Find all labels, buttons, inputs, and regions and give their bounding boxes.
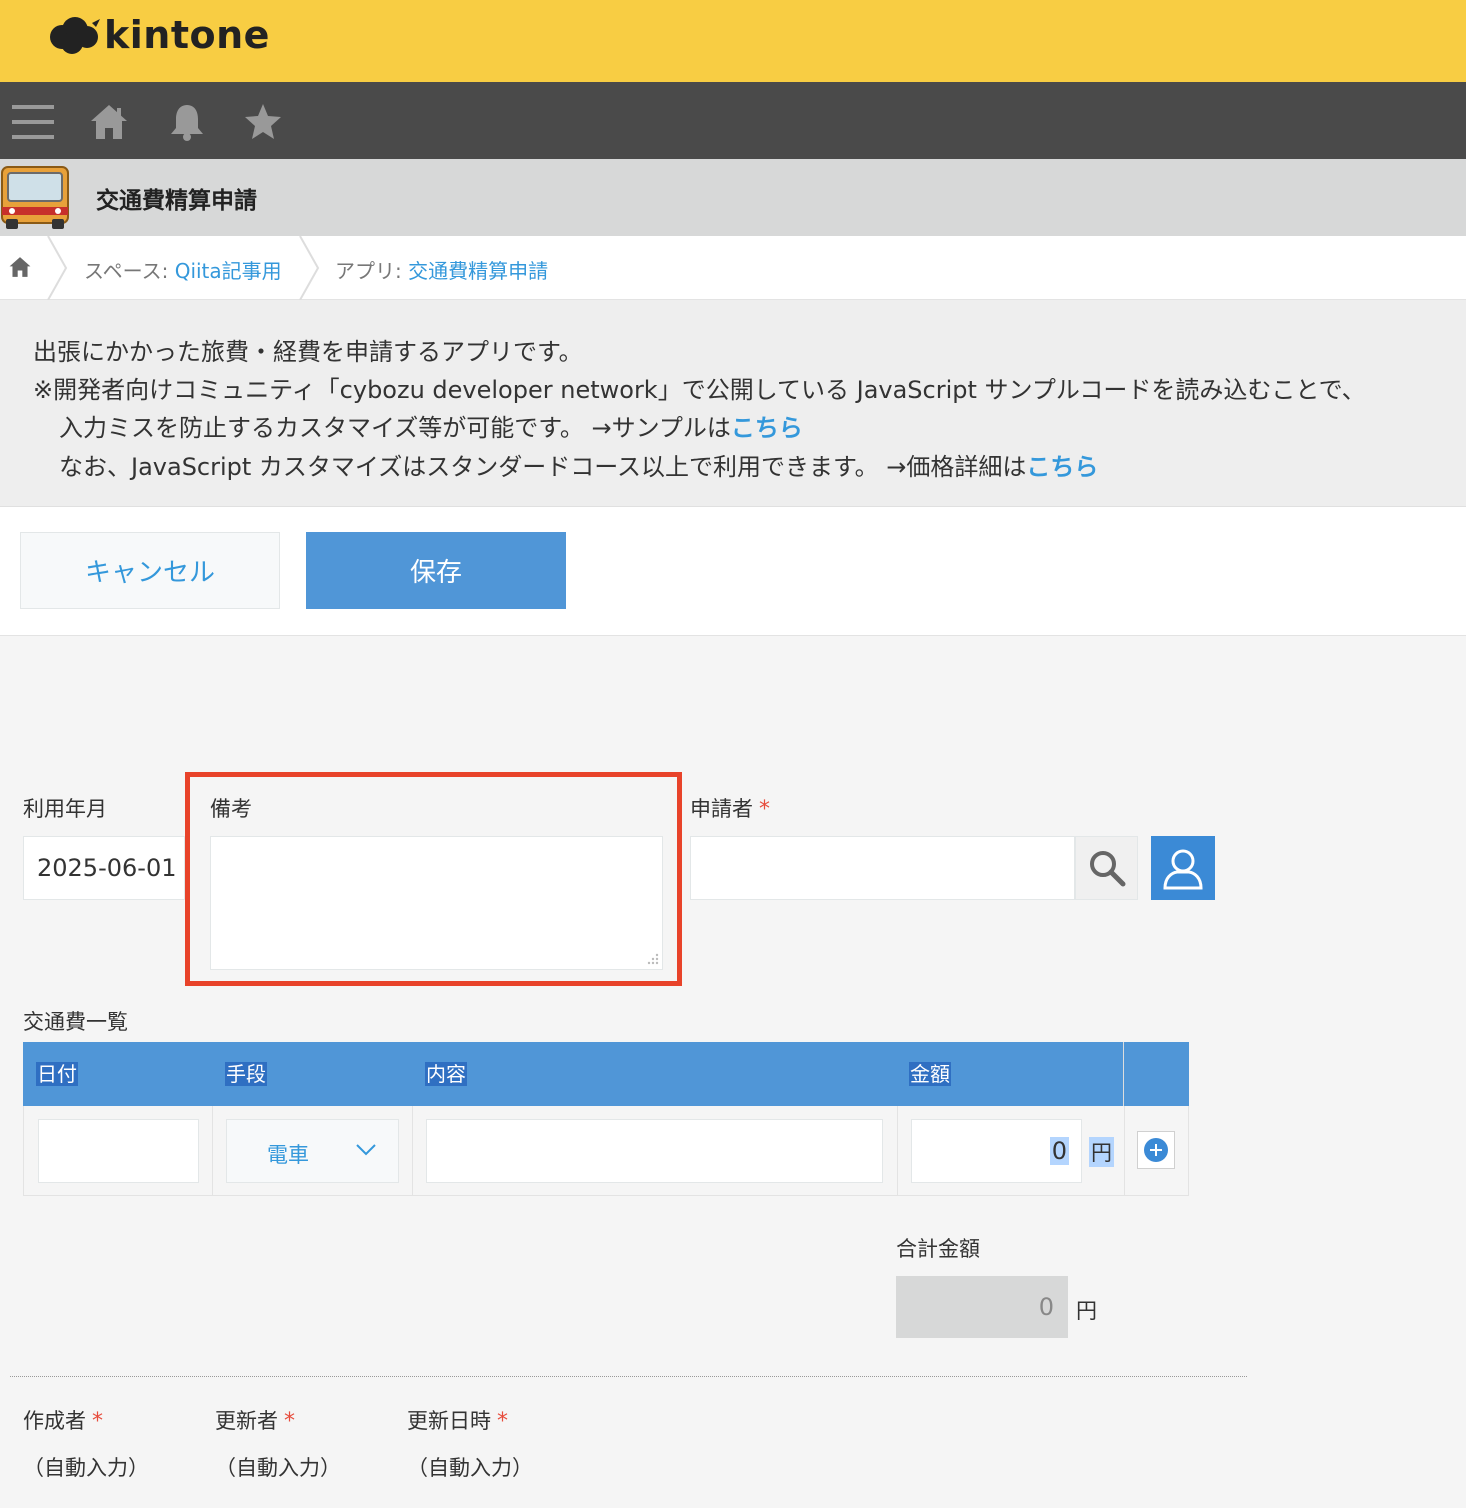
- logo-text: kintone: [104, 13, 270, 57]
- column-header-date: 日付: [36, 1062, 78, 1086]
- updated-at-label: 更新日時 *: [407, 1409, 508, 1434]
- breadcrumb: スペース: Qiita記事用 アプリ: 交通費精算申請: [0, 236, 1466, 300]
- breadcrumb-home[interactable]: [8, 256, 32, 282]
- app-title: 交通費精算申請: [96, 188, 257, 214]
- column-header-amount: 金額: [909, 1062, 951, 1086]
- app-header: 交通費精算申請: [0, 159, 1466, 236]
- table-header: 日付 手段 内容 金額: [23, 1042, 1189, 1106]
- applicant-search-button[interactable]: [1075, 836, 1138, 900]
- description-line: ※開発者向けコミュニティ「cybozu developer network」で公…: [33, 376, 1366, 404]
- description-line: なお、JavaScript カスタマイズはスタンダードコース以上で利用できます。…: [59, 453, 1099, 481]
- notes-textarea[interactable]: [210, 836, 663, 970]
- section-divider: [10, 1376, 1247, 1377]
- favorites-button[interactable]: [241, 102, 285, 142]
- search-icon: [1089, 851, 1125, 887]
- updater-value: （自動入力）: [215, 1456, 341, 1480]
- required-mark: *: [759, 797, 770, 822]
- amount-value: 0: [1049, 1137, 1069, 1165]
- breadcrumb-separator: [299, 236, 320, 300]
- applicant-user-select-button[interactable]: [1151, 836, 1215, 900]
- column-header-method: 手段: [225, 1062, 267, 1086]
- bus-icon: [1, 166, 69, 229]
- kintone-logo[interactable]: kintone: [48, 10, 270, 60]
- notifications-button[interactable]: [165, 102, 209, 142]
- action-bar: キャンセル 保存: [0, 507, 1466, 636]
- save-button[interactable]: 保存: [306, 532, 566, 609]
- total-amount-field: 0: [896, 1276, 1068, 1338]
- description-line: 出張にかかった旅費・経費を申請するアプリです。: [33, 338, 583, 366]
- breadcrumb-separator: [47, 236, 68, 300]
- creator-label: 作成者 *: [23, 1409, 103, 1434]
- cell-divider: [897, 1106, 898, 1195]
- column-header-content: 内容: [425, 1062, 467, 1086]
- table-label: 交通費一覧: [23, 1010, 128, 1034]
- pricing-link[interactable]: こちら: [1026, 453, 1098, 481]
- total-unit: 円: [1076, 1299, 1097, 1323]
- home-icon: [91, 105, 127, 139]
- app-description: 出張にかかった旅費・経費を申請するアプリです。 ※開発者向けコミュニティ「cyb…: [0, 300, 1466, 507]
- app-link[interactable]: 交通費精算申請: [408, 259, 548, 283]
- add-row-button[interactable]: [1137, 1131, 1175, 1169]
- space-link[interactable]: Qiita記事用: [175, 259, 282, 283]
- top-bar: kintone: [0, 0, 1466, 82]
- menu-icon: [12, 105, 54, 139]
- cloud-logo-icon: [50, 17, 100, 54]
- description-line: 入力ミスを防止するカスタマイズ等が可能です。 →サンプルはこちら: [59, 414, 803, 442]
- applicant-label: 申請者 *: [690, 797, 770, 822]
- applicant-input[interactable]: [690, 836, 1075, 900]
- column-header-action: [1123, 1042, 1189, 1106]
- total-label: 合計金額: [896, 1237, 980, 1261]
- required-mark: *: [92, 1409, 103, 1434]
- usage-month-label: 利用年月: [23, 797, 107, 821]
- plus-icon: [1144, 1138, 1168, 1162]
- method-select-value: 電車: [267, 1143, 309, 1167]
- amount-input[interactable]: 0: [911, 1119, 1082, 1183]
- updater-label: 更新者 *: [215, 1409, 295, 1434]
- amount-unit: 円: [1089, 1137, 1114, 1167]
- date-input[interactable]: [38, 1119, 199, 1183]
- creator-value: （自動入力）: [23, 1456, 149, 1480]
- content-input[interactable]: [426, 1119, 883, 1183]
- star-icon: [245, 104, 281, 139]
- menu-button[interactable]: [11, 102, 55, 142]
- table-row: 電車 0 円: [23, 1106, 1189, 1196]
- home-icon: [9, 257, 31, 277]
- bell-icon: [171, 105, 203, 141]
- breadcrumb-space[interactable]: スペース: Qiita記事用: [84, 255, 282, 284]
- nav-bar: [0, 82, 1466, 159]
- cancel-button[interactable]: キャンセル: [20, 532, 280, 609]
- required-mark: *: [497, 1409, 508, 1434]
- method-select[interactable]: 電車: [226, 1119, 399, 1183]
- updated-at-value: （自動入力）: [407, 1456, 533, 1480]
- breadcrumb-app[interactable]: アプリ: 交通費精算申請: [335, 255, 548, 284]
- user-icon: [1163, 849, 1203, 890]
- total-value: 0: [1038, 1293, 1054, 1321]
- sample-link[interactable]: こちら: [731, 414, 803, 442]
- usage-month-field[interactable]: 2025-06-01: [23, 836, 185, 900]
- resize-handle-icon[interactable]: [645, 953, 659, 967]
- home-button[interactable]: [87, 102, 131, 142]
- cell-divider: [1124, 1106, 1125, 1195]
- required-mark: *: [284, 1409, 295, 1434]
- cell-divider: [412, 1106, 413, 1195]
- notes-label: 備考: [210, 797, 252, 821]
- chevron-down-icon: [356, 1144, 376, 1156]
- cell-divider: [212, 1106, 213, 1195]
